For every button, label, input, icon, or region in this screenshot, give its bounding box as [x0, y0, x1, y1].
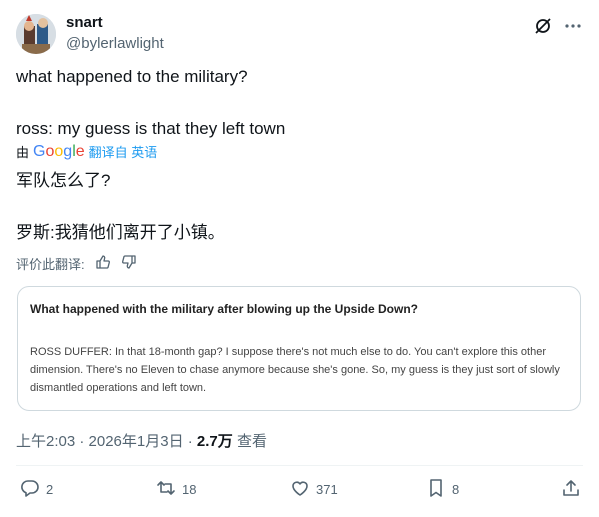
google-logo: Google: [33, 142, 85, 160]
divider: [16, 465, 583, 466]
user-handle[interactable]: @bylerlawlight: [66, 35, 164, 52]
view-count: 2.7万: [196, 433, 233, 450]
more-icon[interactable]: [563, 16, 583, 36]
views-label: 查看: [232, 433, 267, 450]
reply-button[interactable]: 2: [20, 478, 53, 501]
grok-icon[interactable]: [533, 16, 553, 36]
retweet-button[interactable]: 18: [156, 478, 196, 501]
retweet-count: 18: [182, 482, 197, 497]
rate-translation: 评价此翻译:: [16, 254, 137, 273]
reply-icon: [20, 478, 40, 501]
action-bar: 2 18 371 8: [16, 478, 583, 508]
rate-label: 评价此翻译:: [16, 257, 85, 272]
quoted-article-card[interactable]: What happened with the military after bl…: [17, 286, 581, 411]
card-body: ROSS DUFFER: In that 18-month gap? I sup…: [30, 346, 560, 394]
tweet-header: snart @bylerlawlight: [16, 12, 583, 56]
reply-count: 2: [46, 482, 54, 497]
thumbs-up-icon[interactable]: [95, 254, 111, 273]
share-button[interactable]: [561, 478, 581, 501]
translate-prefix: 由: [16, 145, 30, 160]
like-count: 371: [316, 482, 338, 497]
like-button[interactable]: 371: [290, 478, 338, 501]
share-icon: [561, 478, 581, 501]
translation-attribution: 由 Google 翻译自 英语: [16, 142, 157, 161]
bookmark-button[interactable]: 8: [426, 478, 459, 501]
bookmark-count: 8: [452, 482, 460, 497]
card-title: What happened with the military after bl…: [30, 302, 419, 316]
avatar[interactable]: [16, 14, 56, 54]
bookmark-icon: [426, 478, 446, 501]
tweet-meta: 上午2:03 · 2026年1月3日 · 2.7万 查看: [16, 430, 267, 451]
tweet-timestamp[interactable]: 上午2:03 · 2026年1月3日 ·: [16, 433, 197, 450]
like-icon: [290, 478, 310, 501]
translated-line-1: 军队怎么了?: [16, 171, 111, 190]
tweet-line-2: ross: my guess is that they left town: [16, 119, 286, 138]
translate-source-link[interactable]: 翻译自 英语: [89, 142, 158, 161]
translated-line-2: 罗斯:我猜他们离开了小镇。: [16, 223, 225, 242]
user-name[interactable]: snart: [66, 14, 103, 31]
retweet-icon: [156, 478, 176, 501]
thumbs-down-icon[interactable]: [121, 254, 137, 273]
tweet-line-1: what happened to the military?: [16, 67, 248, 86]
